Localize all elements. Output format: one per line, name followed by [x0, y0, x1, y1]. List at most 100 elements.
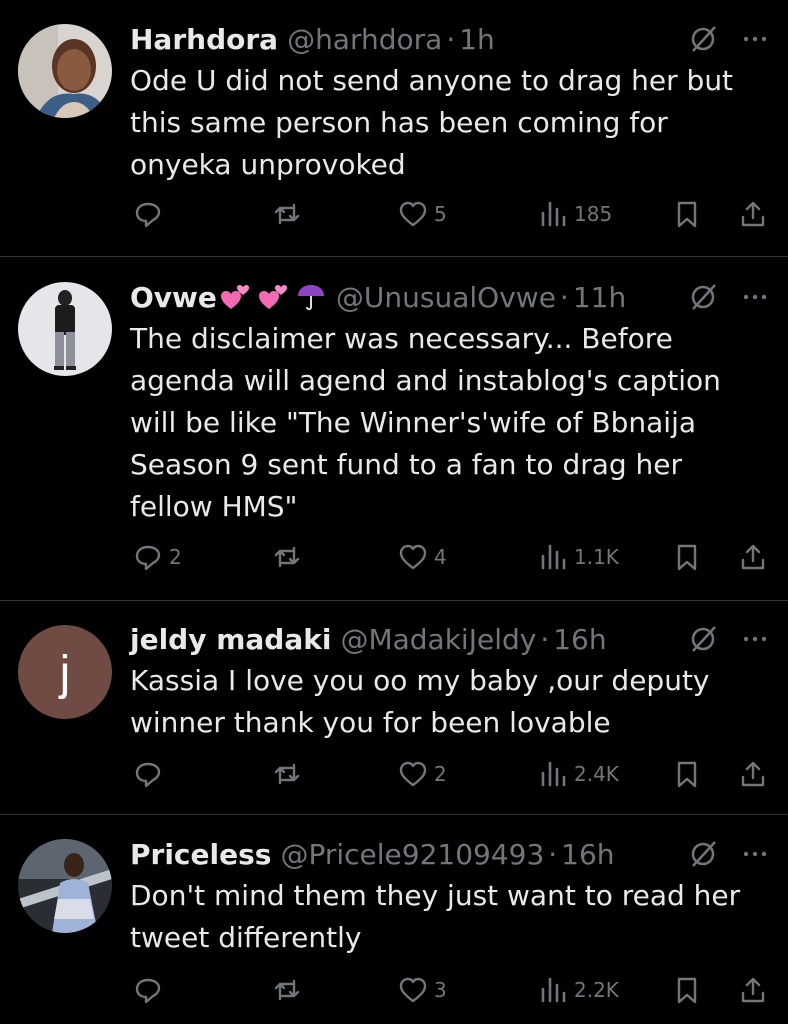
tweet-text-line: Kassia I love you oo my baby ,our deputy — [130, 664, 710, 697]
like-button[interactable]: 4 — [398, 537, 447, 577]
author-handle[interactable]: @UnusualOvwe — [336, 281, 556, 314]
views-icon — [541, 201, 566, 227]
tweet-header: jeldy madaki @MadakiJeldy · 16h — [130, 620, 770, 658]
share-icon — [741, 977, 765, 1003]
tweet[interactable]: Ovwe @UnusualOvwe · 11h The disclaimer w… — [0, 257, 788, 600]
reply-button[interactable] — [133, 754, 169, 794]
author-name[interactable]: jeldy madaki — [130, 623, 331, 656]
avatar[interactable] — [18, 24, 112, 118]
like-count: 4 — [434, 545, 447, 569]
heart-icon — [399, 761, 427, 787]
heart-icon — [399, 977, 427, 1003]
views-icon — [541, 544, 566, 570]
views-count: 2.2K — [574, 978, 619, 1002]
tweet[interactable]: j jeldy madaki @MadakiJeldy · 16h Kassia… — [0, 601, 788, 814]
views-icon — [541, 761, 566, 787]
views-count: 185 — [574, 202, 613, 226]
bookmark-button[interactable] — [672, 970, 702, 1010]
grok-icon[interactable] — [688, 839, 718, 869]
timestamp[interactable]: 11h — [573, 281, 626, 314]
reply-button[interactable] — [133, 194, 169, 234]
tweet-text-line: Ode U did not send anyone to drag her bu… — [130, 64, 734, 97]
timestamp[interactable]: 16h — [561, 838, 614, 871]
tweet[interactable]: Priceless @Pricele92109493 · 16h Don't m… — [0, 815, 788, 1024]
tweet-text-line: onyeka unprovoked — [130, 148, 406, 181]
share-button[interactable] — [738, 970, 768, 1010]
tweet-text: Don't mind them they just want to read h… — [130, 875, 770, 959]
reply-feed: Harhdora @harhdora · 1h Ode U did not se… — [0, 0, 788, 1024]
bookmark-icon — [677, 544, 697, 571]
like-count: 2 — [434, 762, 447, 786]
share-button[interactable] — [738, 754, 768, 794]
more-options-icon[interactable] — [740, 282, 770, 312]
author-name[interactable]: Priceless — [130, 838, 271, 871]
tweet-text: Kassia I love you oo my baby ,our deputy… — [130, 660, 770, 744]
bookmark-button[interactable] — [672, 754, 702, 794]
svg-text:j: j — [58, 647, 71, 700]
retweet-icon — [274, 763, 300, 785]
bookmark-button[interactable] — [672, 537, 702, 577]
views-button[interactable]: 1.1K — [538, 537, 619, 577]
reply-button[interactable]: 2 — [133, 537, 182, 577]
grok-icon[interactable] — [688, 282, 718, 312]
retweet-button[interactable] — [272, 194, 308, 234]
bookmark-icon — [677, 201, 697, 228]
views-button[interactable]: 2.4K — [538, 754, 619, 794]
avatar[interactable]: j — [18, 625, 112, 719]
author-handle[interactable]: @Pricele92109493 — [280, 838, 544, 871]
tweet-text: The disclaimer was necessary... Before a… — [130, 318, 770, 528]
reply-icon — [135, 762, 161, 788]
tweet-text-line: this same person has been coming for — [130, 106, 668, 139]
author-handle[interactable]: @MadakiJeldy — [340, 623, 536, 656]
like-button[interactable]: 5 — [398, 194, 447, 234]
views-button[interactable]: 185 — [538, 194, 612, 234]
separator-dot: · — [559, 280, 569, 314]
retweet-button[interactable] — [272, 970, 308, 1010]
reply-count: 2 — [169, 545, 182, 569]
avatar[interactable] — [18, 839, 112, 933]
action-bar: 2 2.4K — [0, 754, 788, 794]
like-count: 3 — [434, 978, 447, 1002]
tweet-text-line: fellow HMS" — [130, 490, 298, 523]
heart-icon — [399, 201, 427, 227]
more-options-icon[interactable] — [740, 624, 770, 654]
timestamp[interactable]: 16h — [553, 623, 606, 656]
more-options-icon[interactable] — [740, 839, 770, 869]
timestamp[interactable]: 1h — [459, 23, 495, 56]
tweet-text-line: winner thank you for been lovable — [130, 706, 611, 739]
retweet-icon — [274, 546, 300, 568]
avatar[interactable] — [18, 282, 112, 376]
reply-button[interactable] — [133, 970, 169, 1010]
views-button[interactable]: 2.2K — [538, 970, 619, 1010]
grok-icon[interactable] — [688, 24, 718, 54]
separator-dot: · — [540, 622, 550, 656]
grok-icon[interactable] — [688, 624, 718, 654]
like-button[interactable]: 2 — [398, 754, 447, 794]
views-count: 1.1K — [574, 545, 619, 569]
tweet-text: Ode U did not send anyone to drag her bu… — [130, 60, 770, 186]
retweet-icon — [274, 979, 300, 1001]
like-button[interactable]: 3 — [398, 970, 447, 1010]
views-count: 2.4K — [574, 762, 619, 786]
avatar-photo — [18, 24, 112, 118]
pink-hearts-icon — [220, 285, 249, 309]
retweet-button[interactable] — [272, 754, 308, 794]
share-button[interactable] — [738, 194, 768, 234]
author-handle[interactable]: @harhdora — [287, 23, 442, 56]
tweet-text-line: agenda will agend and instablog's captio… — [130, 364, 721, 397]
retweet-button[interactable] — [272, 537, 308, 577]
tweet[interactable]: Harhdora @harhdora · 1h Ode U did not se… — [0, 0, 788, 256]
tweet-text-line: tweet differently — [130, 921, 362, 954]
tweet-text-line: will be like "The Winner's'wife of Bbnai… — [130, 406, 697, 439]
share-icon — [741, 761, 765, 787]
bookmark-button[interactable] — [672, 194, 702, 234]
more-options-icon[interactable] — [740, 24, 770, 54]
pink-hearts-icon — [258, 285, 287, 309]
like-count: 5 — [434, 202, 447, 226]
reply-icon — [135, 202, 161, 228]
views-icon — [541, 977, 566, 1003]
separator-dot: · — [446, 22, 456, 56]
author-name[interactable]: Ovwe — [130, 281, 217, 314]
share-button[interactable] — [738, 537, 768, 577]
author-name[interactable]: Harhdora — [130, 23, 278, 56]
